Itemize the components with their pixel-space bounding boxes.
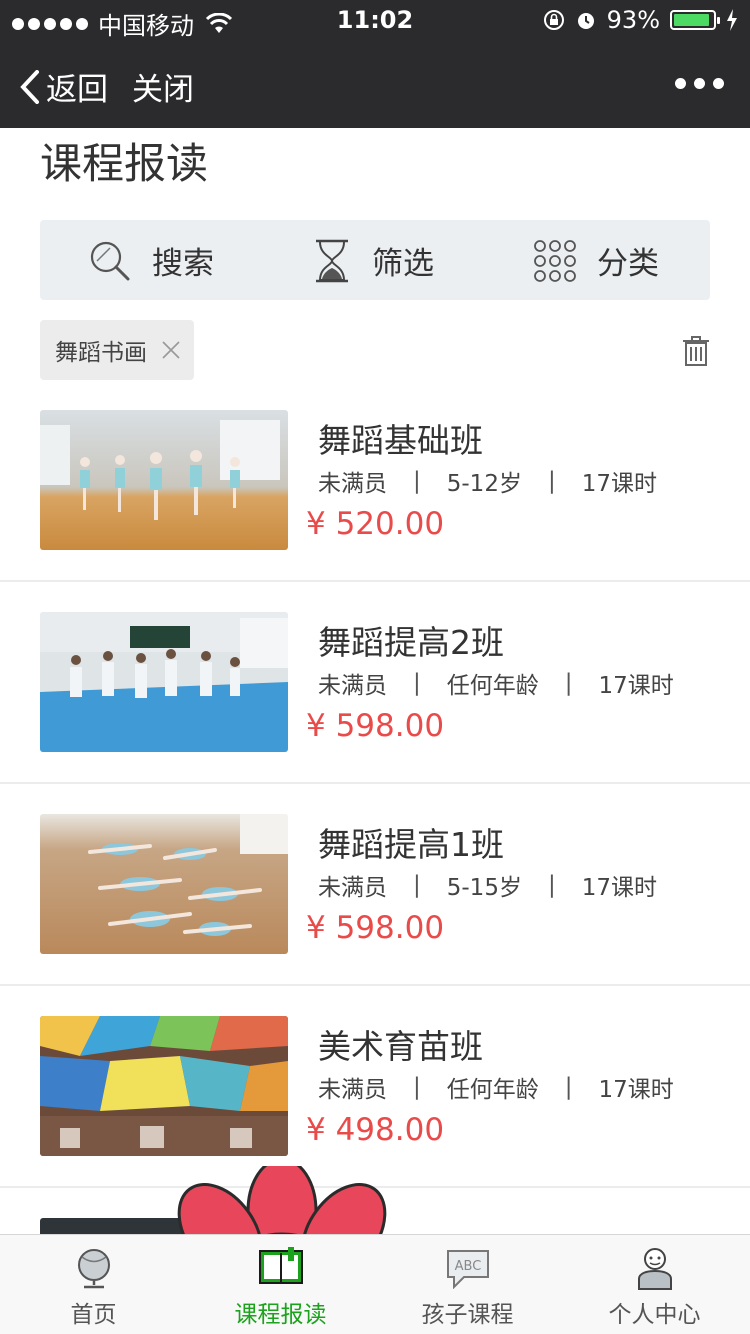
search-icon xyxy=(90,241,130,280)
trash-icon[interactable] xyxy=(682,335,710,367)
svg-text:ABC: ABC xyxy=(454,1259,481,1274)
search-label: 搜索 xyxy=(152,246,214,282)
course-list: 舞蹈基础班 未满员 | 5-12岁 | 17课时 ¥ 520.00 舞蹈提高2班… xyxy=(0,380,750,1334)
nav-bar: 返回 关闭 xyxy=(0,40,750,128)
battery-icon xyxy=(670,10,720,30)
course-name: 舞蹈基础班 xyxy=(318,421,483,460)
course-name: 舞蹈提高1班 xyxy=(318,825,504,864)
globe-icon xyxy=(77,1249,110,1289)
course-hours: 17课时 xyxy=(598,673,674,699)
filter-button[interactable]: 筛选 xyxy=(312,238,434,283)
category-label: 分类 xyxy=(597,246,659,282)
course-item[interactable]: 舞蹈提高2班 未满员 | 任何年龄 | 17课时 ¥ 598.00 xyxy=(0,582,750,784)
person-icon xyxy=(637,1248,672,1290)
tab-label: 首页 xyxy=(70,1302,117,1328)
tab-home[interactable]: 首页 xyxy=(0,1235,187,1334)
tab-courses[interactable]: 课程报读 xyxy=(187,1235,374,1334)
filter-label: 筛选 xyxy=(372,246,434,282)
active-filter-chip[interactable]: 舞蹈书画 xyxy=(40,320,194,380)
course-name: 舞蹈提高2班 xyxy=(318,623,504,662)
toolbar: 搜索 筛选 分类 xyxy=(40,220,710,300)
status-bar: 中国移动 11:02 93% xyxy=(0,0,750,40)
course-status: 未满员 xyxy=(318,1077,387,1103)
alarm-icon xyxy=(577,13,594,29)
hourglass-icon xyxy=(316,239,348,282)
course-price: ¥ 520.00 xyxy=(306,506,445,542)
course-status: 未满员 xyxy=(318,471,387,497)
tab-bar: 首页 课程报读 ABC 孩子课程 个人中心 xyxy=(0,1234,750,1334)
filter-chip-label: 舞蹈书画 xyxy=(55,340,147,366)
course-meta: 未满员 | 任何年龄 | 17课时 xyxy=(318,666,674,700)
charging-icon xyxy=(727,9,737,31)
course-age: 5-15岁 xyxy=(446,875,522,901)
back-button[interactable]: 返回 xyxy=(20,64,108,109)
course-meta: 未满员 | 任何年龄 | 17课时 xyxy=(318,1070,674,1104)
course-item[interactable]: 美术育苗班 未满员 | 任何年龄 | 17课时 ¥ 498.00 xyxy=(0,986,750,1188)
course-thumbnail xyxy=(40,410,288,550)
course-hours: 17课时 xyxy=(581,471,657,497)
course-age: 5-12岁 xyxy=(446,471,522,497)
close-icon[interactable] xyxy=(161,340,181,360)
course-status: 未满员 xyxy=(318,673,387,699)
tab-label: 孩子课程 xyxy=(421,1302,514,1328)
course-hours: 17课时 xyxy=(598,1077,674,1103)
course-price: ¥ 598.00 xyxy=(306,708,445,744)
course-age: 任何年龄 xyxy=(446,673,539,699)
tab-label: 个人中心 xyxy=(608,1302,701,1328)
course-thumbnail xyxy=(40,814,288,954)
course-item[interactable]: 舞蹈基础班 未满员 | 5-12岁 | 17课时 ¥ 520.00 xyxy=(0,380,750,582)
more-options-button[interactable] xyxy=(675,78,724,89)
course-price: ¥ 498.00 xyxy=(306,1112,445,1148)
course-age: 任何年龄 xyxy=(446,1077,539,1103)
tab-label: 课程报读 xyxy=(234,1302,327,1328)
book-icon xyxy=(258,1247,303,1284)
category-button[interactable]: 分类 xyxy=(533,238,659,283)
abc-bubble-icon: ABC xyxy=(446,1250,489,1289)
chevron-left-icon xyxy=(20,69,39,104)
tab-profile[interactable]: 个人中心 xyxy=(561,1235,748,1334)
course-meta: 未满员 | 5-12岁 | 17课时 xyxy=(318,464,657,498)
close-button[interactable]: 关闭 xyxy=(132,64,194,109)
grid-dots-icon xyxy=(534,239,576,282)
search-button[interactable]: 搜索 xyxy=(88,238,214,283)
battery-percent: 93% xyxy=(606,6,660,34)
course-hours: 17课时 xyxy=(581,875,657,901)
course-name: 美术育苗班 xyxy=(318,1027,483,1066)
course-thumbnail xyxy=(40,612,288,752)
app-screen: { "status_bar": { "carrier": "中国移动", "ti… xyxy=(0,0,750,1334)
course-item[interactable]: 舞蹈提高1班 未满员 | 5-15岁 | 17课时 ¥ 598.00 xyxy=(0,784,750,986)
rotation-lock-icon xyxy=(543,10,564,30)
tab-kids-courses[interactable]: ABC 孩子课程 xyxy=(374,1235,561,1334)
course-thumbnail xyxy=(40,1016,288,1156)
page-title: 课程报读 xyxy=(40,139,209,188)
course-status: 未满员 xyxy=(318,875,387,901)
course-price: ¥ 598.00 xyxy=(306,910,445,946)
course-meta: 未满员 | 5-15岁 | 17课时 xyxy=(318,868,657,902)
back-label: 返回 xyxy=(46,72,108,108)
